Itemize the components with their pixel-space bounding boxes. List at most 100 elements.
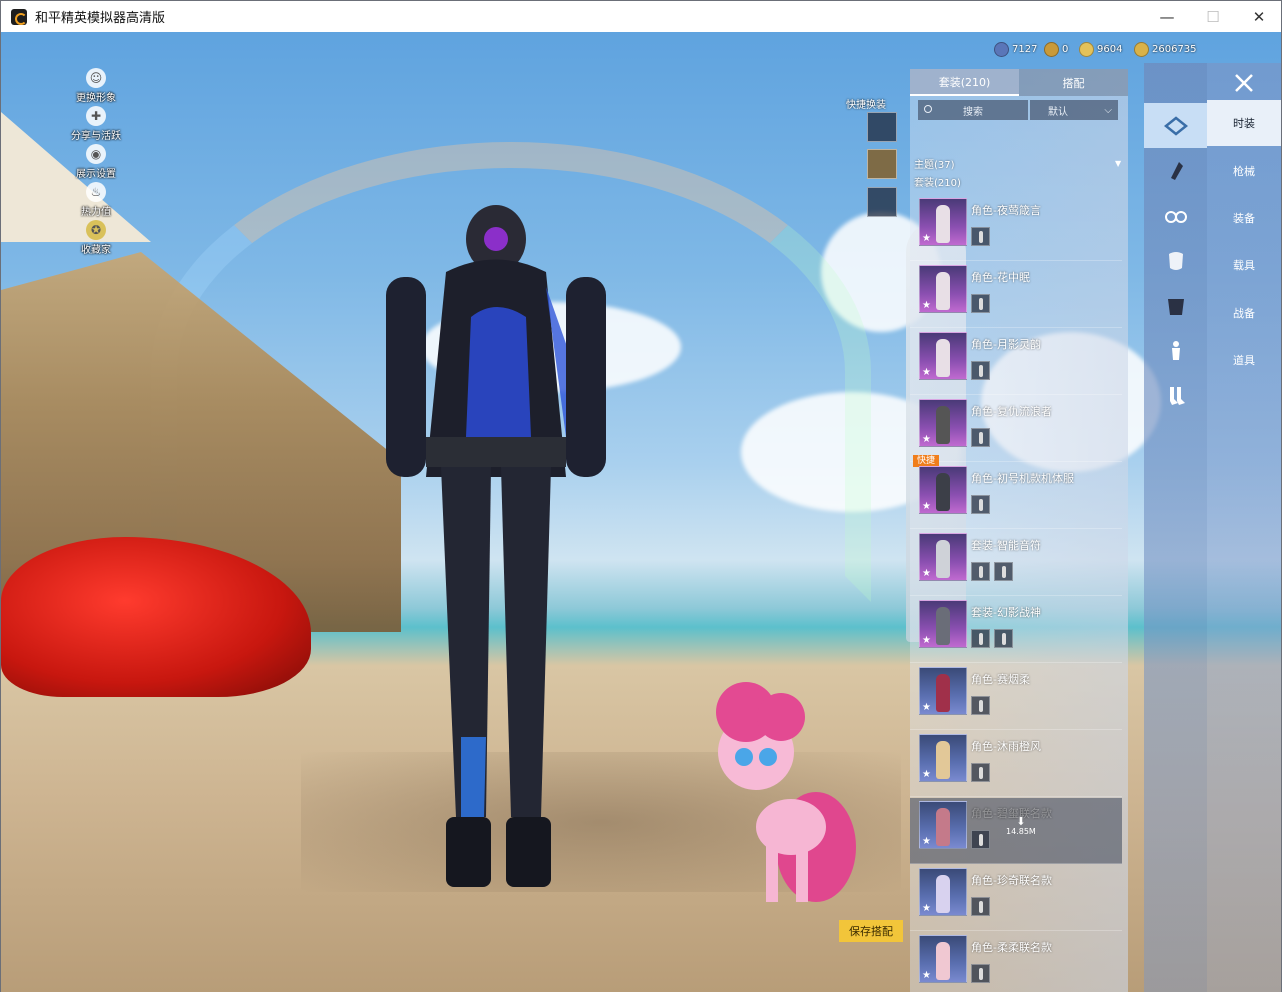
list-item[interactable]: 快捷 ★ 角色-初号机款机体服 — [910, 455, 1122, 529]
list-item[interactable]: ★ 角色-夜莺箴言 — [910, 195, 1122, 261]
person-icon: ☺ — [86, 68, 106, 88]
outfit-thumbnail: ★ — [919, 801, 967, 849]
category-label-equipment[interactable]: 装备 — [1207, 198, 1281, 238]
category-label-items[interactable]: 道具 — [1207, 340, 1281, 380]
list-item[interactable]: ★ 角色-珍奇联名款 — [910, 865, 1122, 931]
quick-slot-2[interactable] — [867, 149, 897, 179]
menu-label: 分享与活跃 — [71, 131, 121, 142]
star-icon: ★ — [922, 903, 931, 914]
menu-label: 收藏家 — [81, 245, 111, 256]
figure-icon — [1171, 340, 1180, 360]
display-settings-button[interactable]: ◉ 展示设置 — [56, 144, 136, 180]
outfit-thumbnail: ★ — [919, 734, 967, 782]
category-gun[interactable] — [1144, 148, 1207, 193]
star-icon: ★ — [922, 233, 931, 244]
share-button[interactable]: ✚ 分享与活跃 — [56, 106, 136, 142]
currency-2: 0 — [1044, 42, 1068, 57]
category-label-guns[interactable]: 枪械 — [1207, 151, 1281, 191]
search-placeholder: 搜索 — [963, 106, 983, 118]
quick-slot-1[interactable] — [867, 112, 897, 142]
list-item[interactable]: ★ 角色-沐雨橙风 — [910, 731, 1122, 797]
list-item[interactable]: ★ 角色-花中眠 — [910, 262, 1122, 328]
list-item[interactable]: ★ 角色-月影灵韵 — [910, 329, 1122, 395]
star-icon: ★ — [922, 300, 931, 311]
sort-dropdown[interactable]: 默认 ⌵ — [1030, 100, 1118, 120]
item-name: 角色-沐雨橙风 — [971, 740, 1041, 753]
player-character[interactable] — [366, 177, 626, 892]
collector-button[interactable]: ✪ 收藏家 — [56, 220, 136, 256]
list-item[interactable]: ★ 套装-幻影战神 — [910, 597, 1122, 663]
quick-change-label[interactable]: 快捷换装 — [846, 96, 886, 111]
armor-icon — [1167, 298, 1184, 315]
socks-icon — [1169, 386, 1185, 405]
mini-thumbnail — [971, 361, 990, 380]
group-theme[interactable]: 主题(37) — [914, 156, 955, 171]
goggles-icon — [1164, 210, 1187, 223]
pink-pony-pet[interactable] — [706, 677, 876, 917]
category-gear[interactable] — [1144, 283, 1207, 328]
coupon-icon — [994, 42, 1009, 57]
change-appearance-button[interactable]: ☺ 更换形象 — [56, 68, 136, 104]
save-outfit-button[interactable]: 保存搭配 — [839, 920, 903, 942]
outfit-thumbnail: ★ — [919, 935, 967, 983]
outfit-icon — [1163, 115, 1188, 136]
outfit-thumbnail: ★ — [919, 332, 967, 380]
category-label-readiness[interactable]: 战备 — [1207, 293, 1281, 333]
heat-value-button[interactable]: ♨ 热力值 — [56, 182, 136, 218]
outfit-thumbnail: ★ — [919, 466, 967, 514]
category-vehicle[interactable] — [1144, 238, 1207, 283]
category-equipment[interactable] — [1144, 193, 1207, 238]
minimize-button[interactable]: — — [1144, 1, 1190, 32]
list-item[interactable]: ★ 套装-智能音符 — [910, 530, 1122, 596]
item-name: 角色-珍奇联名款 — [971, 874, 1052, 887]
tab-outfits[interactable]: 套装(210) — [910, 69, 1019, 96]
item-name: 角色-初号机款机体服 — [971, 472, 1074, 485]
list-item-downloading[interactable]: ★ 角色-碧玺联名款 ⬇ 14.85M — [910, 798, 1122, 864]
list-item[interactable]: ★ 角色-赛烟柔 — [910, 664, 1122, 730]
currency-value: 9604 — [1097, 44, 1123, 55]
download-icon: ⬇ — [1016, 815, 1026, 828]
mini-thumbnail — [971, 897, 990, 916]
outfit-panel: 套装(210) 搭配 搜索 默认 ⌵ 主题(37) ▼ 套装(210) ★ 角色… — [910, 69, 1128, 992]
item-name: 角色-柔柔联名款 — [971, 941, 1052, 954]
category-items[interactable] — [1144, 328, 1207, 373]
star-icon: ★ — [922, 970, 931, 981]
category-label-vehicles[interactable]: 载具 — [1207, 245, 1281, 285]
title-bar: 和平精英模拟器高清版 — ☐ ✕ — [1, 1, 1281, 32]
maximize-button[interactable]: ☐ — [1190, 1, 1236, 32]
group-outfits[interactable]: 套装(210) — [914, 174, 961, 189]
category-outfit[interactable] — [1144, 103, 1207, 148]
currency-value: 2606735 — [1152, 44, 1197, 55]
star-icon: ★ — [922, 568, 931, 579]
bp-coin-icon — [1134, 42, 1149, 57]
close-icon[interactable] — [1207, 63, 1281, 103]
expand-icon[interactable]: ▼ — [1115, 159, 1121, 168]
tab-match[interactable]: 搭配 — [1019, 69, 1128, 96]
search-input[interactable]: 搜索 — [918, 100, 1028, 120]
list-item[interactable]: ★ 角色-复仇流浪者 — [910, 396, 1122, 462]
quick-slot-3[interactable] — [867, 187, 897, 217]
outfit-thumbnail: ★ — [919, 399, 967, 447]
badge-icon: ✪ — [86, 220, 106, 240]
mini-thumbnail — [994, 629, 1013, 648]
download-indicator[interactable]: ⬇ 14.85M — [1006, 816, 1036, 836]
close-window-button[interactable]: ✕ — [1236, 1, 1282, 32]
star-icon: ★ — [922, 769, 931, 780]
outfit-thumbnail: ★ — [919, 667, 967, 715]
search-icon — [924, 105, 932, 113]
item-name: 角色-复仇流浪者 — [971, 405, 1052, 418]
list-item[interactable]: ★ 角色-柔柔联名款 — [910, 932, 1122, 992]
currency-1: 7127 — [994, 42, 1037, 57]
app-window: 和平精英模拟器高清版 — ☐ ✕ ☺ 更换形象 ✚ 分享与活跃 ◉ 展示设置 ♨… — [0, 0, 1282, 992]
outfit-thumbnail: ★ — [919, 265, 967, 313]
currency-value: 0 — [1062, 44, 1069, 55]
mini-thumbnail — [994, 562, 1013, 581]
gold-coin-icon — [1079, 42, 1094, 57]
menu-label: 更换形象 — [76, 93, 116, 104]
menu-label: 展示设置 — [76, 169, 116, 180]
category-socks[interactable] — [1144, 373, 1207, 418]
search-row: 搜索 默认 ⌵ — [918, 100, 1128, 120]
star-icon: ★ — [922, 501, 931, 512]
mini-thumbnail — [971, 629, 990, 648]
category-label-fashion[interactable]: 时装 — [1207, 100, 1281, 146]
